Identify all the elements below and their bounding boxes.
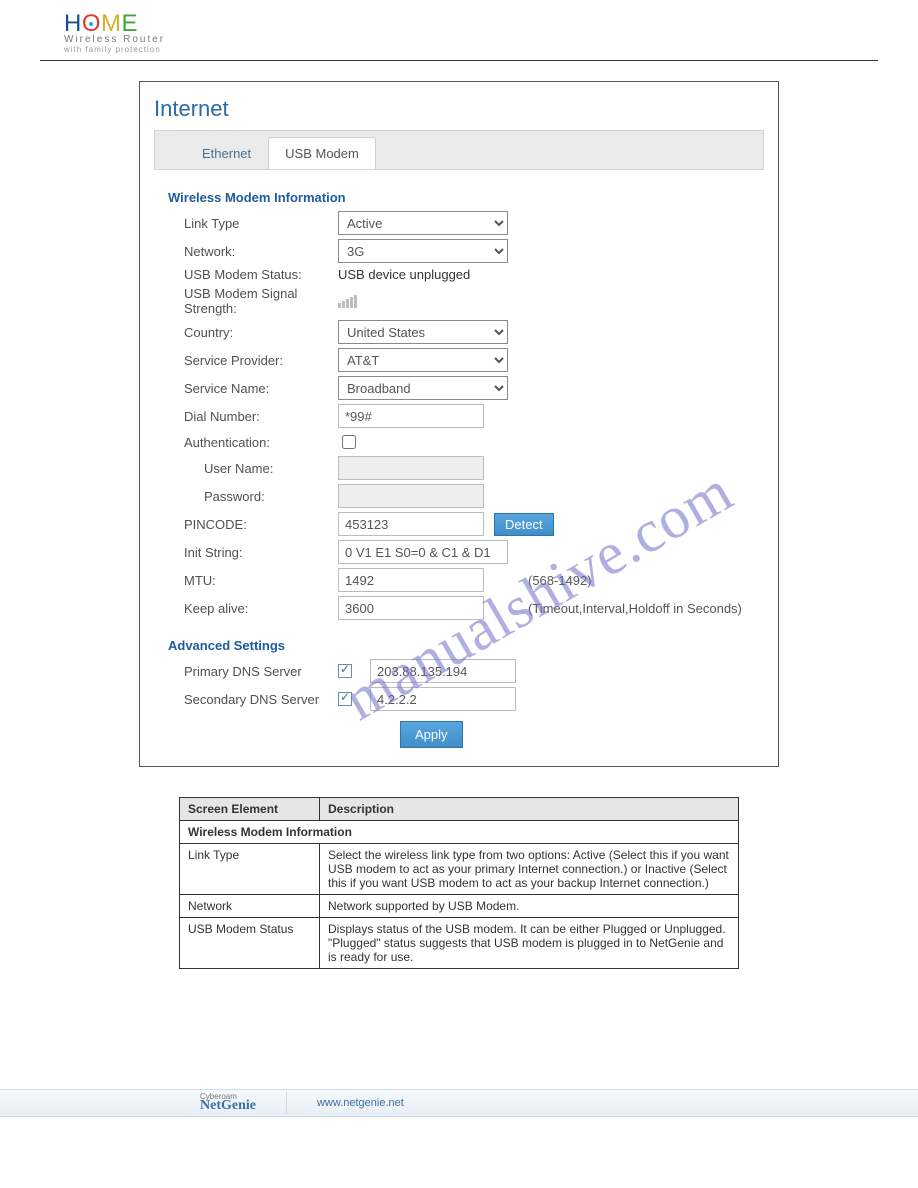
primary-dns-label: Primary DNS Server — [168, 664, 338, 679]
footer-bar: Cyberoam NetGenie www.netgenie.net — [0, 1089, 918, 1117]
password-label: Password: — [168, 489, 338, 504]
service-name-label: Service Name: — [168, 381, 338, 396]
desc-row-2-text: Displays status of the USB modem. It can… — [320, 918, 739, 969]
authentication-checkbox[interactable] — [342, 435, 356, 449]
logo-letter-m: M — [101, 10, 122, 37]
logo-subtitle-2: with family protection — [64, 45, 878, 54]
dial-number-label: Dial Number: — [168, 409, 338, 424]
service-name-select[interactable]: Broadband — [338, 376, 508, 400]
network-label: Network: — [168, 244, 338, 259]
logo-letter-o: O — [82, 12, 101, 36]
internet-panel: Internet Ethernet USB Modem Wireless Mod… — [139, 81, 779, 767]
username-label: User Name: — [168, 461, 338, 476]
usb-status-label: USB Modem Status: — [168, 267, 338, 282]
brand-logo: HOME Wireless Router with family protect… — [64, 12, 878, 54]
desc-section-heading: Wireless Modem Information — [180, 821, 739, 844]
wireless-heading: Wireless Modem Information — [168, 190, 750, 205]
pincode-input[interactable] — [338, 512, 484, 536]
logo-letter-e: E — [122, 10, 139, 37]
signal-bars-icon — [338, 294, 357, 308]
provider-label: Service Provider: — [168, 353, 338, 368]
primary-dns-checkbox[interactable] — [338, 664, 352, 678]
authentication-label: Authentication: — [168, 435, 338, 450]
country-select[interactable]: United States — [338, 320, 508, 344]
logo-letter-h: H — [64, 10, 82, 37]
init-string-input[interactable] — [338, 540, 508, 564]
header-divider — [40, 60, 878, 61]
country-label: Country: — [168, 325, 338, 340]
dial-number-input[interactable] — [338, 404, 484, 428]
panel-title: Internet — [154, 96, 764, 122]
link-type-label: Link Type — [168, 216, 338, 231]
secondary-dns-checkbox[interactable] — [338, 692, 352, 706]
mtu-input[interactable] — [338, 568, 484, 592]
usb-status-value: USB device unplugged — [338, 267, 470, 282]
footer-url: www.netgenie.net — [317, 1097, 404, 1109]
logo-subtitle-1: Wireless Router — [64, 34, 878, 45]
advanced-heading: Advanced Settings — [168, 638, 750, 653]
primary-dns-input[interactable] — [370, 659, 516, 683]
table-row: Network Network supported by USB Modem. — [180, 895, 739, 918]
tab-bar: Ethernet USB Modem — [154, 130, 764, 170]
init-string-label: Init String: — [168, 545, 338, 560]
secondary-dns-label: Secondary DNS Server — [168, 692, 338, 707]
desc-row-1-text: Network supported by USB Modem. — [320, 895, 739, 918]
provider-select[interactable]: AT&T — [338, 348, 508, 372]
detect-button[interactable]: Detect — [494, 513, 554, 536]
username-input — [338, 456, 484, 480]
keep-alive-hint: (Timeout,Interval,Holdoff in Seconds) — [528, 601, 742, 616]
table-row: Link Type Select the wireless link type … — [180, 844, 739, 895]
desc-row-2-label: USB Modem Status — [180, 918, 320, 969]
secondary-dns-input[interactable] — [370, 687, 516, 711]
mtu-label: MTU: — [168, 573, 338, 588]
link-type-select[interactable]: Active — [338, 211, 508, 235]
desc-row-0-label: Link Type — [180, 844, 320, 895]
signal-strength-label: USB Modem Signal Strength: — [168, 286, 338, 316]
description-table: Screen Element Description Wireless Mode… — [179, 797, 739, 969]
desc-th-element: Screen Element — [180, 798, 320, 821]
keep-alive-label: Keep alive: — [168, 601, 338, 616]
tab-ethernet[interactable]: Ethernet — [185, 137, 268, 169]
tab-usb-modem[interactable]: USB Modem — [268, 137, 376, 169]
apply-button[interactable]: Apply — [400, 721, 463, 748]
pincode-label: PINCODE: — [168, 517, 338, 532]
keep-alive-input[interactable] — [338, 596, 484, 620]
desc-row-0-text: Select the wireless link type from two o… — [320, 844, 739, 895]
table-row: USB Modem Status Displays status of the … — [180, 918, 739, 969]
password-input — [338, 484, 484, 508]
desc-row-1-label: Network — [180, 895, 320, 918]
network-select[interactable]: 3G — [338, 239, 508, 263]
footer-brand: NetGenie — [200, 1098, 256, 1113]
desc-th-description: Description — [320, 798, 739, 821]
mtu-hint: (568-1492) — [528, 573, 592, 588]
